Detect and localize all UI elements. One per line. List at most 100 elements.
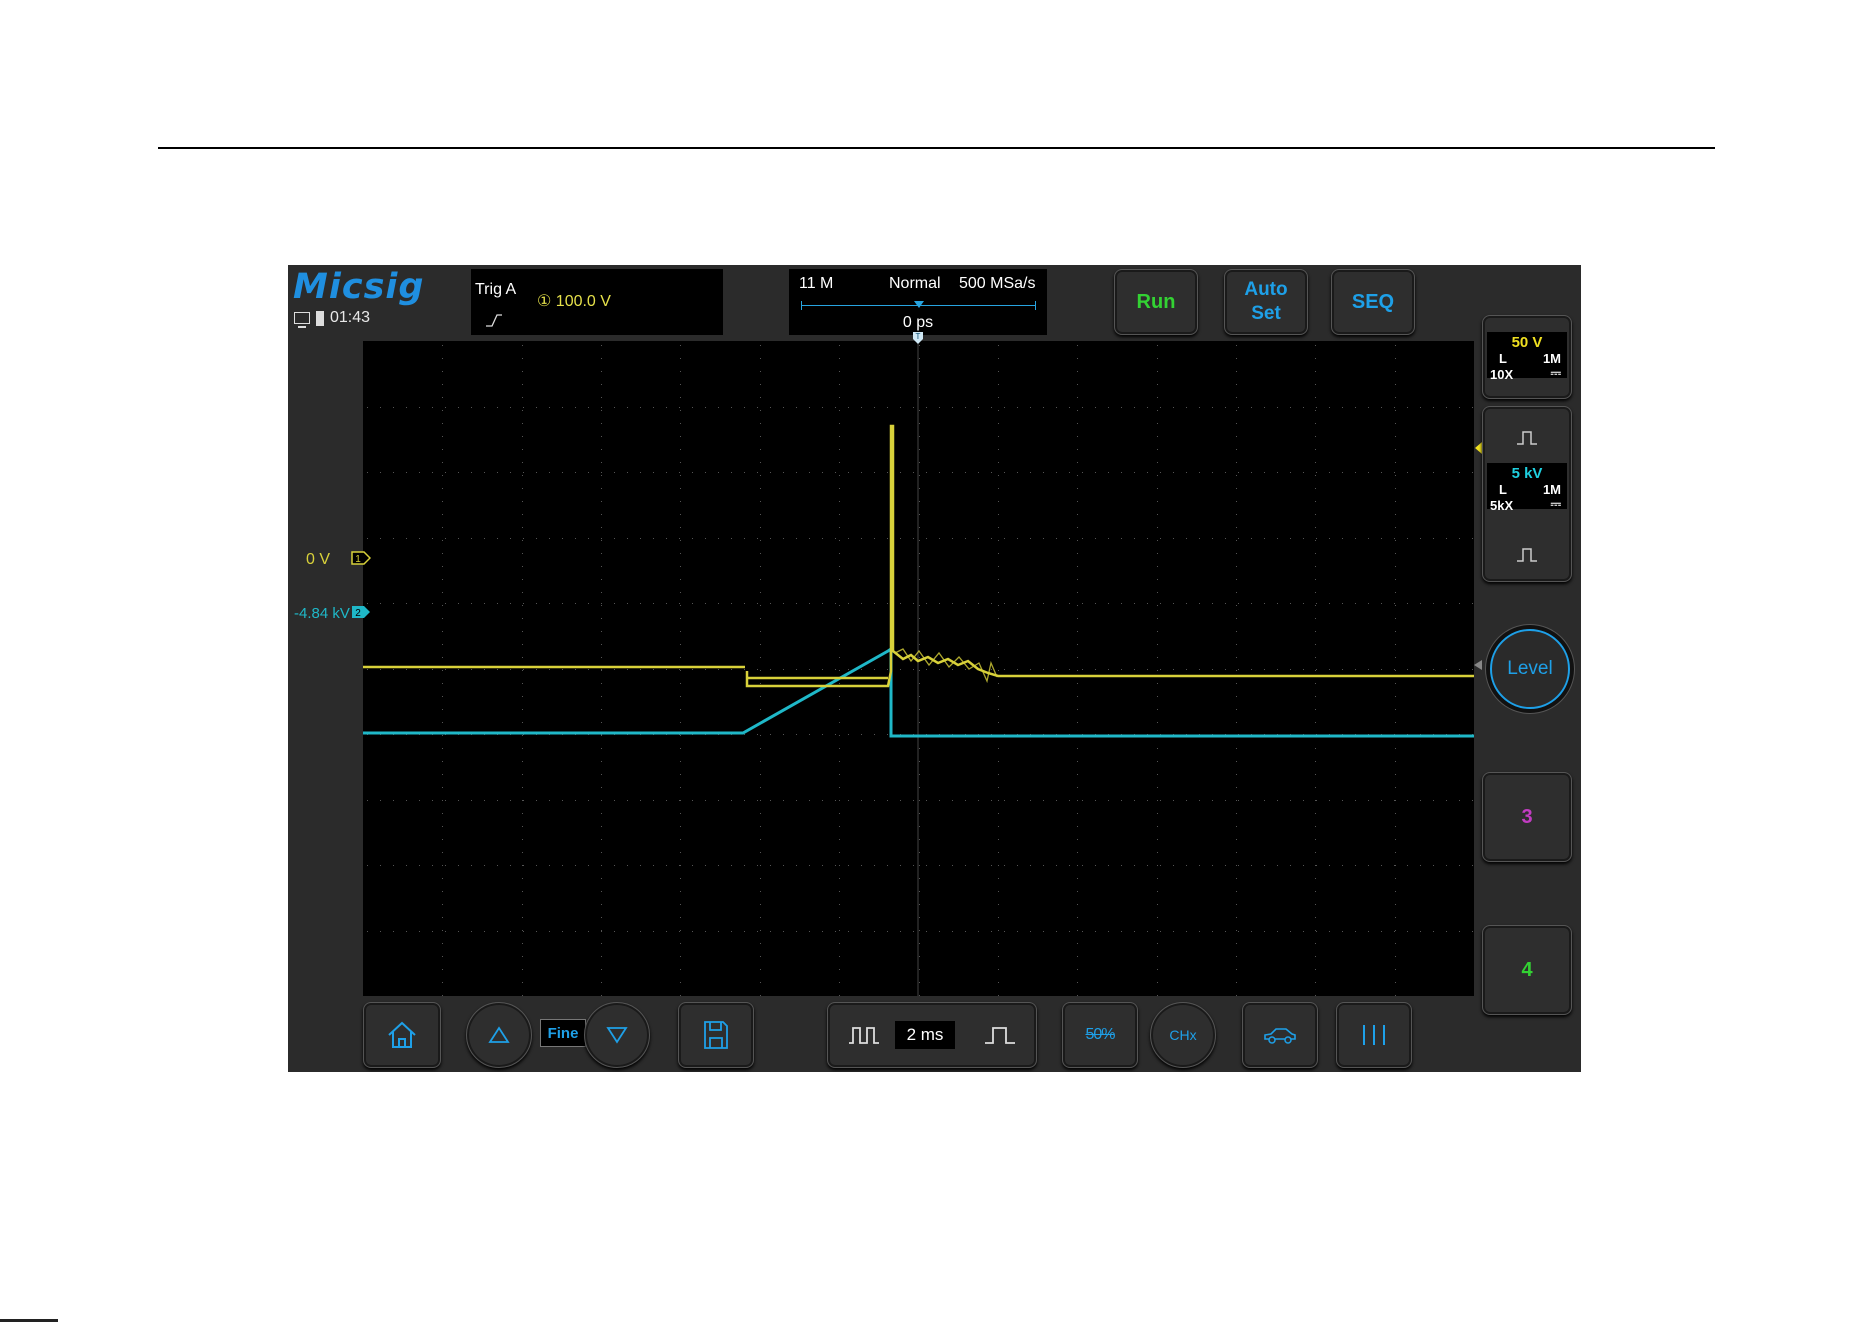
grid-dot xyxy=(1277,800,1278,801)
grid-dot xyxy=(1212,472,1213,473)
grid-dot xyxy=(998,631,999,632)
grid-dot xyxy=(1004,407,1005,408)
grid-dot xyxy=(760,969,761,970)
grid-dot xyxy=(588,865,589,866)
channel-select-button[interactable]: CHx xyxy=(1150,1002,1216,1068)
grid-dot xyxy=(839,865,840,866)
grid-dot xyxy=(1315,436,1316,437)
grid-dot xyxy=(1157,891,1158,892)
grid-dot xyxy=(822,931,823,932)
grid-dot xyxy=(998,540,999,541)
grid-dot xyxy=(510,538,511,539)
level-knob-button[interactable]: Level xyxy=(1490,629,1570,709)
grid-dot xyxy=(484,538,485,539)
channel1-marker-icon[interactable]: 1 xyxy=(351,551,371,565)
grid-dot xyxy=(1173,931,1174,932)
auto-set-button[interactable]: Auto Set xyxy=(1224,269,1308,335)
grid-dot xyxy=(442,345,443,346)
grid-dot xyxy=(919,696,920,697)
home-button[interactable] xyxy=(363,1002,441,1068)
menu-button[interactable] xyxy=(1336,1002,1412,1068)
channel3-button[interactable]: 3 xyxy=(1482,772,1572,862)
grid-dot xyxy=(965,669,966,670)
grid-dot xyxy=(874,800,875,801)
grid-dot xyxy=(1069,603,1070,604)
grid-dot xyxy=(679,800,680,801)
grid-dot xyxy=(1251,407,1252,408)
grid-dot xyxy=(680,475,681,476)
grid-dot xyxy=(601,488,602,489)
time-per-div[interactable]: 2 ms xyxy=(895,1021,955,1049)
grid-dot xyxy=(1395,423,1396,424)
grid-dot xyxy=(680,735,681,736)
grid-dot xyxy=(680,501,681,502)
grid-dot xyxy=(680,904,681,905)
grid-dot xyxy=(1186,669,1187,670)
grid-dot xyxy=(839,683,840,684)
grid-dot xyxy=(601,669,602,670)
grid-dot xyxy=(887,538,888,539)
grid-dot xyxy=(998,917,999,918)
grid-dot xyxy=(926,472,927,473)
grid-dot xyxy=(1199,865,1200,866)
grid-dot xyxy=(1157,579,1158,580)
scale-down-button[interactable] xyxy=(584,1002,650,1068)
grid-dot xyxy=(1056,865,1057,866)
grid-dot xyxy=(1077,501,1078,502)
grid-dot xyxy=(1264,538,1265,539)
fifty-percent-button[interactable]: 50% xyxy=(1062,1002,1138,1068)
grid-dot xyxy=(522,345,523,346)
timebase-panel[interactable]: 11 M Normal 500 MSa/s 0 ps xyxy=(789,269,1047,335)
save-button[interactable] xyxy=(678,1002,754,1068)
channel2-button[interactable]: 5 kV L 1M 5kX ⎓ xyxy=(1482,406,1572,582)
grid-dot xyxy=(978,538,979,539)
grid-dot xyxy=(1077,358,1078,359)
scale-up-button[interactable] xyxy=(466,1002,532,1068)
grid-dot xyxy=(1395,826,1396,827)
grid-dot xyxy=(601,553,602,554)
grid-dot xyxy=(1290,472,1291,473)
grid-dot xyxy=(680,514,681,515)
auto-mode-button[interactable] xyxy=(1242,1002,1318,1068)
grid-dot xyxy=(1236,423,1237,424)
grid-dot xyxy=(1303,865,1304,866)
grid-dot xyxy=(1395,358,1396,359)
grid-dot xyxy=(442,475,443,476)
grid-dot xyxy=(523,669,524,670)
grid-dot xyxy=(731,407,732,408)
grid-dot xyxy=(839,345,840,346)
grid-dot xyxy=(471,669,472,670)
grid-dot xyxy=(760,904,761,905)
grid-dot xyxy=(1236,605,1237,606)
channel4-button[interactable]: 4 xyxy=(1482,925,1572,1015)
grid-dot xyxy=(1446,931,1447,932)
grid-dot xyxy=(926,865,927,866)
grid-dot xyxy=(991,865,992,866)
trigger-panel[interactable]: Trig A ① 100.0 V xyxy=(471,269,723,335)
grid-dot xyxy=(1251,800,1252,801)
grid-dot xyxy=(522,553,523,554)
run-button[interactable]: Run xyxy=(1114,269,1198,335)
grid-dot xyxy=(744,669,745,670)
grid-dot xyxy=(1264,865,1265,866)
grid-dot xyxy=(393,865,394,866)
grid-dot xyxy=(1236,527,1237,528)
grid-dot xyxy=(419,603,420,604)
grid-dot xyxy=(393,407,394,408)
grid-dot xyxy=(523,538,524,539)
waveform-area[interactable] xyxy=(363,341,1474,996)
channel1-button[interactable]: 50 V L 1M 10X ⎓ xyxy=(1482,315,1572,399)
grid-dot xyxy=(588,472,589,473)
grid-dot xyxy=(601,436,602,437)
grid-dot xyxy=(1236,800,1237,801)
seq-button[interactable]: SEQ xyxy=(1331,269,1415,335)
grid-dot xyxy=(1394,538,1395,539)
timebase-increase-icon[interactable] xyxy=(984,1025,1016,1045)
grid-dot xyxy=(522,592,523,593)
fine-toggle[interactable]: Fine xyxy=(540,1019,586,1047)
grid-dot xyxy=(839,956,840,957)
timebase-decrease-icon[interactable] xyxy=(848,1025,880,1045)
channel2-marker-icon[interactable]: 2 xyxy=(351,605,371,619)
grid-dot xyxy=(680,423,681,424)
grid-dot xyxy=(1157,358,1158,359)
